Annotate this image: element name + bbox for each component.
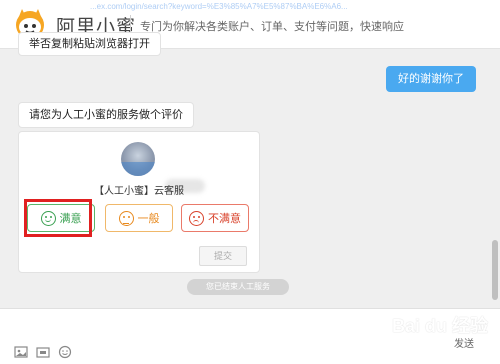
transfer-button[interactable]: 您已结束人工服务 — [187, 279, 289, 295]
scrollbar[interactable] — [492, 240, 498, 300]
emoji-icon[interactable] — [58, 345, 72, 359]
highlight-box — [24, 199, 92, 237]
sad-face-icon — [189, 210, 204, 226]
header-divider — [130, 15, 131, 33]
rate-prompt-bubble: 请您为人工小蜜的服务做个评价 — [18, 102, 194, 128]
header-tagline: 专门为你解决各类账户、订单、支付等问题，快速响应 — [140, 21, 404, 33]
rating-unsatisfied-button[interactable]: 不满意 — [181, 204, 249, 232]
neutral-face-icon — [118, 210, 134, 226]
submit-button[interactable]: 提交 — [199, 246, 247, 266]
rating-neutral-button[interactable]: 一般 — [105, 204, 173, 232]
screenshot-icon[interactable] — [36, 345, 50, 359]
user-message-bubble: 好的谢谢你了 — [386, 66, 476, 92]
rating-unsatisfied-label: 不满意 — [208, 213, 241, 225]
agent-name: 【人工小蜜】云客服 — [94, 186, 184, 197]
image-icon[interactable] — [14, 345, 28, 359]
watermark: Bai du 经验 — [391, 316, 488, 336]
url-text: ...ex.com/login/search?keyword=%E3%85%A7… — [90, 2, 348, 11]
agent-avatar — [121, 142, 155, 176]
rating-neutral-label: 一般 — [137, 213, 160, 225]
agent-message-bubble: 举否复制粘贴浏览器打开 — [18, 32, 161, 56]
